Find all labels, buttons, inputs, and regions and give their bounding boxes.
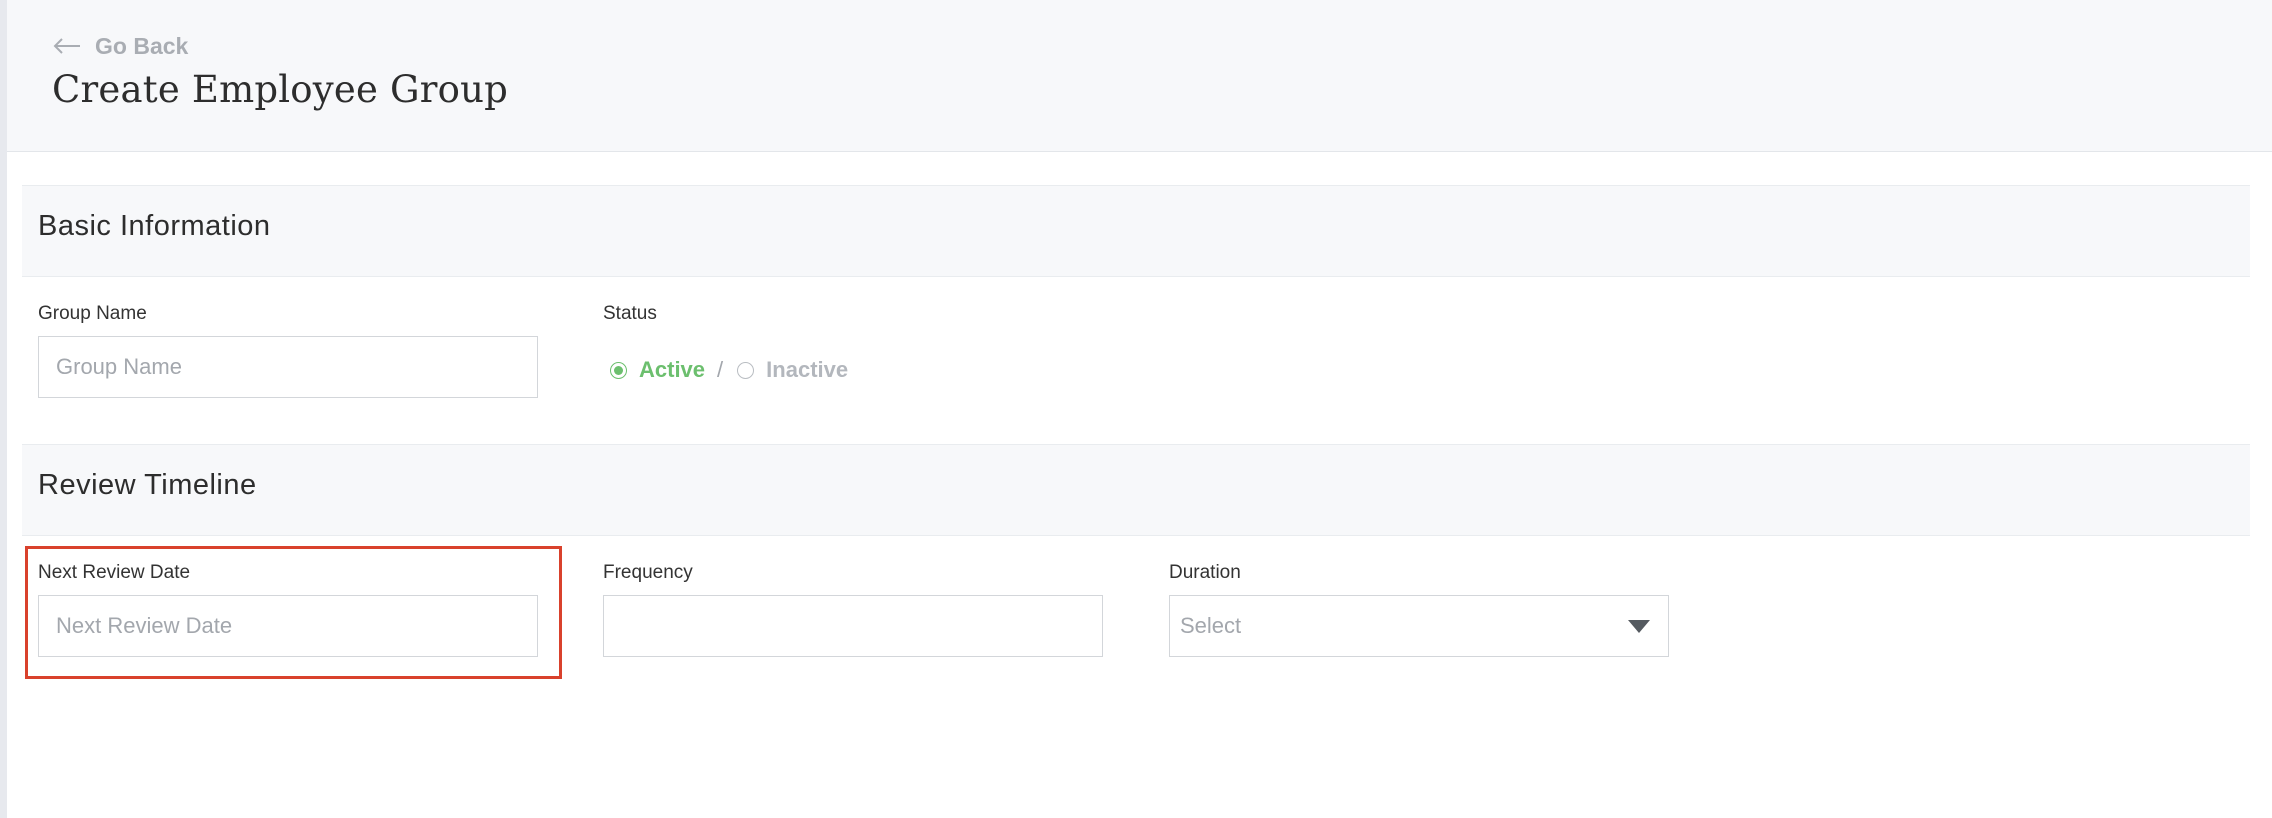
arrow-left-icon [53,38,80,54]
status-inactive-label: Inactive [766,357,849,382]
left-rail [0,0,7,818]
radio-unchecked-icon [737,361,755,379]
status-separator: / [717,357,724,382]
status-active-option[interactable]: Active [610,357,705,383]
next-review-date-label: Next Review Date [38,562,191,583]
next-review-date-input[interactable] [38,595,538,657]
go-back-link[interactable]: Go Back [53,30,188,62]
page-title: Create Employee Group [52,68,509,111]
caret-down-icon [1628,620,1650,633]
duration-select-value: Select [1180,613,1242,638]
go-back-label: Go Back [95,32,189,59]
review-timeline-band [22,444,2250,536]
page-header: Go Back Create Employee Group [7,0,2272,152]
review-timeline-title: Review Timeline [38,469,257,501]
group-name-input[interactable] [38,336,538,398]
duration-select[interactable]: Select [1169,595,1669,657]
frequency-input[interactable] [603,595,1103,657]
duration-label: Duration [1169,562,1241,583]
status-radio-group: Active / Inactive [610,353,848,387]
basic-information-band [22,185,2250,277]
status-label: Status [603,303,657,324]
radio-checked-icon [610,361,627,379]
frequency-label: Frequency [603,562,693,583]
group-name-label: Group Name [38,303,147,324]
status-inactive-option[interactable]: Inactive [737,357,848,383]
basic-information-title: Basic Information [38,210,271,242]
status-active-label: Active [639,357,706,382]
